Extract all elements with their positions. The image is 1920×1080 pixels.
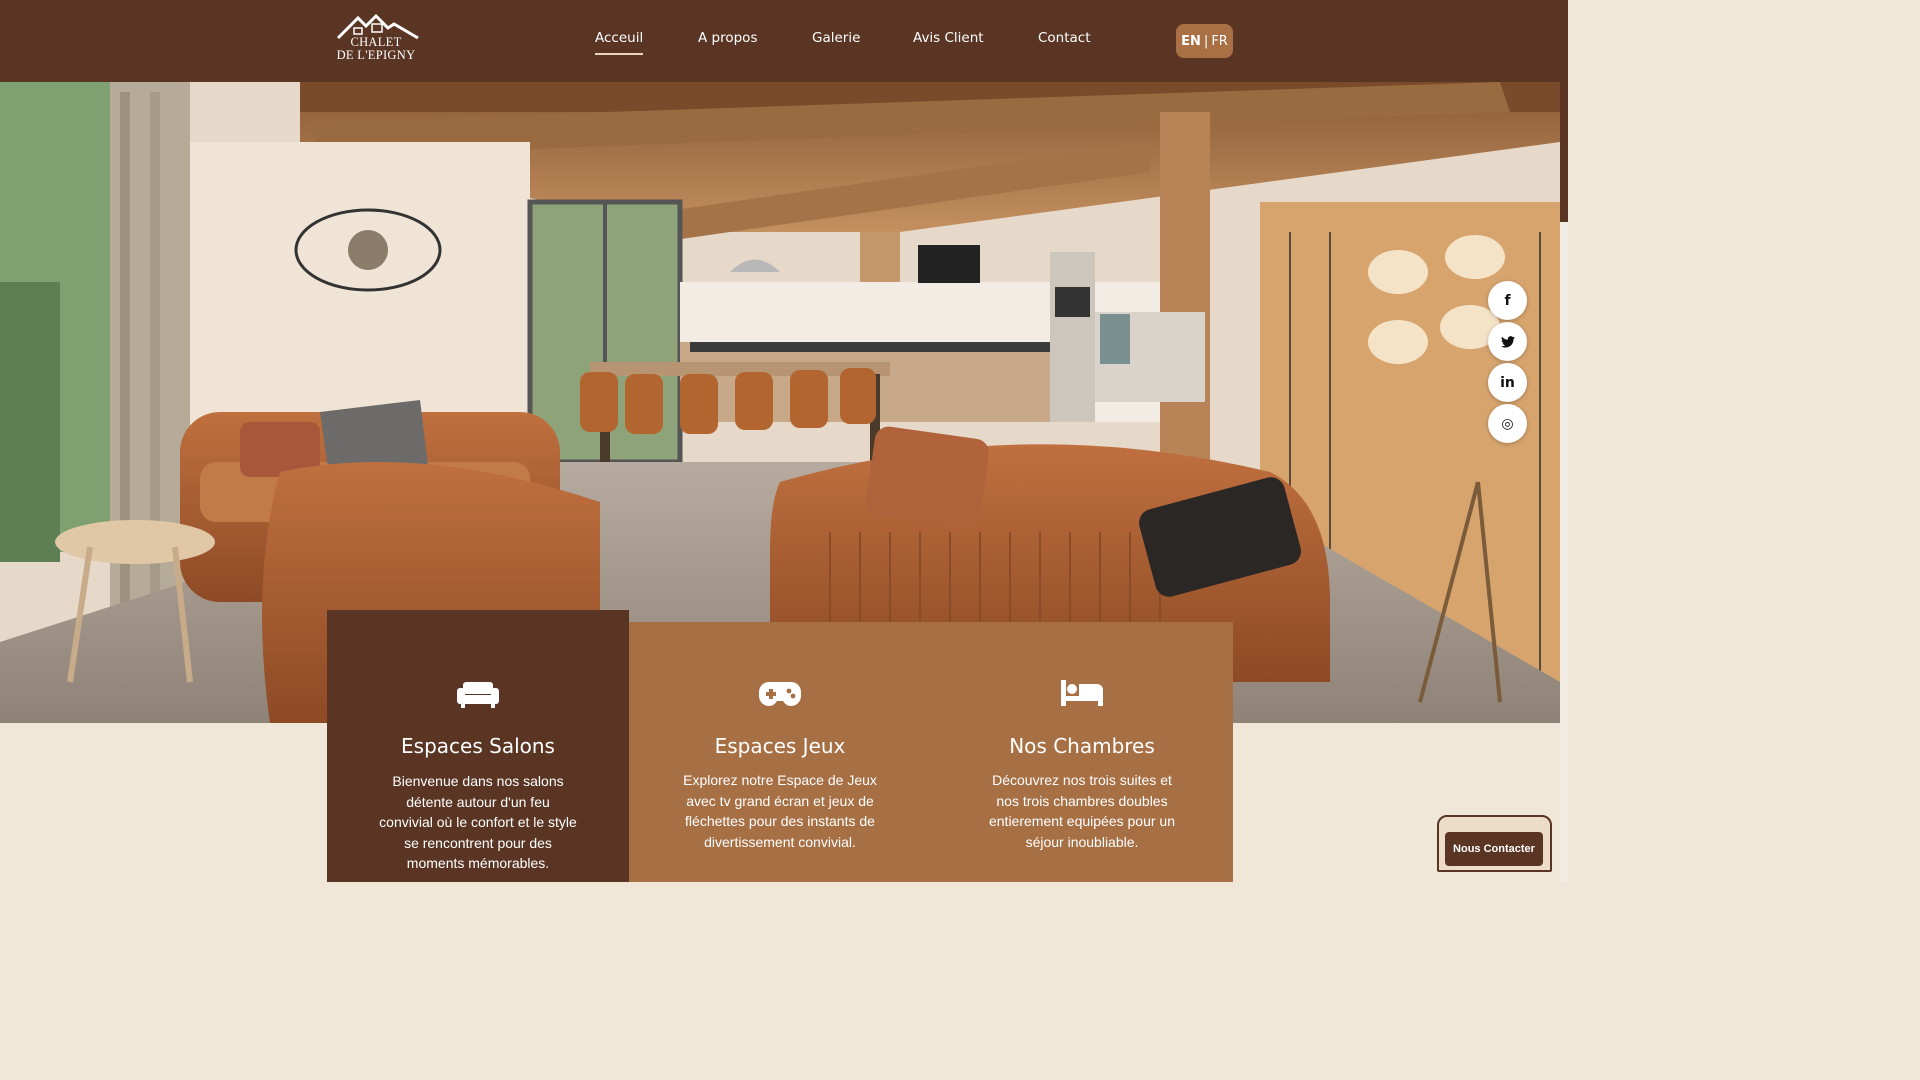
site-header: CHALET DE L'EPIGNY Acceuil A propos Gale… bbox=[0, 0, 1568, 82]
card-espaces-salons: Espaces Salons Bienvenue dans nos salons… bbox=[327, 610, 629, 882]
linkedin-icon[interactable]: in bbox=[1488, 363, 1527, 402]
language-separator: | bbox=[1203, 33, 1209, 49]
card-text: Découvrez nos trois suites et nos trois … bbox=[988, 772, 1176, 850]
language-en[interactable]: EN bbox=[1181, 34, 1201, 49]
gamepad-icon bbox=[759, 682, 801, 706]
facebook-glyph: f bbox=[1504, 292, 1511, 309]
instagram-glyph: ◎ bbox=[1501, 415, 1514, 432]
nav-item-galerie[interactable]: Galerie bbox=[812, 30, 860, 46]
twitter-icon[interactable]: t bbox=[1488, 322, 1527, 361]
nav-item-contact[interactable]: Contact bbox=[1038, 30, 1091, 46]
sofa-icon bbox=[457, 682, 499, 708]
card-espaces-jeux: Espaces Jeux Explorez notre Espace de Je… bbox=[629, 622, 931, 882]
language-switcher: EN | FR bbox=[1176, 24, 1233, 58]
nav-item-avis-client[interactable]: Avis Client bbox=[913, 30, 984, 46]
instagram-icon[interactable]: ◎ bbox=[1488, 404, 1527, 443]
language-fr[interactable]: FR bbox=[1211, 34, 1228, 49]
nav-item-a-propos[interactable]: A propos bbox=[698, 30, 757, 46]
nous-contacter-button[interactable]: Nous Contacter bbox=[1445, 832, 1543, 866]
chalet-logo[interactable]: CHALET DE L'EPIGNY bbox=[332, 14, 422, 66]
page-scrollbar-thumb[interactable] bbox=[1560, 82, 1568, 222]
card-nos-chambres: Nos Chambres Découvrez nos trois suites … bbox=[931, 622, 1233, 882]
bed-icon bbox=[1061, 680, 1103, 706]
card-title: Espaces Jeux bbox=[714, 734, 846, 758]
nav-item-acceuil[interactable]: Acceuil bbox=[595, 30, 644, 55]
card-text: Explorez notre Espace de Jeux avec tv gr… bbox=[683, 772, 877, 850]
card-title: Espaces Salons bbox=[401, 734, 555, 758]
linkedin-glyph: in bbox=[1500, 374, 1515, 391]
twitter-bird-icon bbox=[1500, 335, 1515, 348]
facebook-icon[interactable]: f bbox=[1488, 281, 1527, 320]
card-title: Nos Chambres bbox=[1009, 734, 1155, 758]
card-text: Bienvenue dans nos salons détente autour… bbox=[379, 773, 577, 871]
logo-line-2: DE L'EPIGNY bbox=[336, 48, 416, 62]
